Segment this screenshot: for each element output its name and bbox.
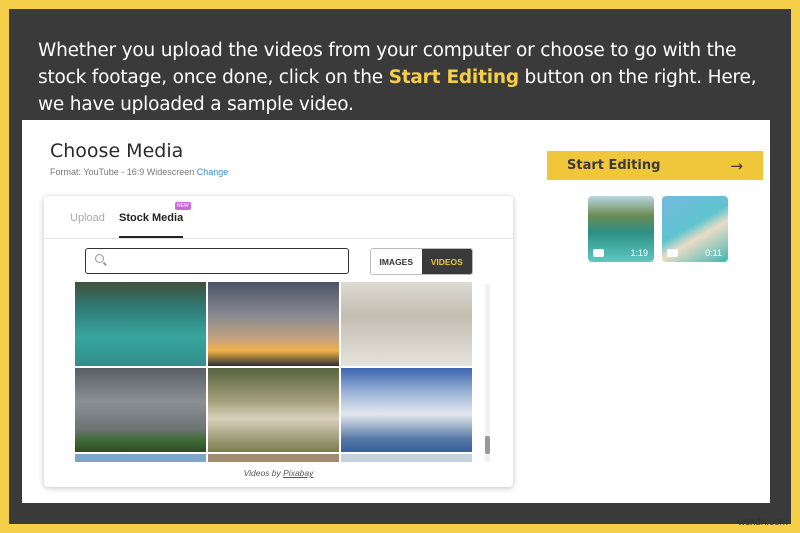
video-camera-icon — [667, 249, 678, 257]
media-tabs: Upload Stock Media NEW — [44, 196, 513, 239]
tab-stock-media[interactable]: Stock Media — [119, 212, 184, 238]
stock-video-grid — [75, 282, 474, 462]
stock-video-thumbnail[interactable] — [75, 282, 206, 366]
new-badge: NEW — [175, 202, 191, 210]
media-panel: Upload Stock Media NEW IMAGES VIDEOS Vid… — [44, 196, 513, 487]
stock-video-thumbnail[interactable] — [341, 368, 472, 452]
stock-video-thumbnail[interactable] — [208, 282, 339, 366]
app-screenshot: Choose Media Format: YouTube - 16:9 Wide… — [22, 120, 770, 503]
uploaded-video-thumbnail[interactable]: 0:11 — [662, 196, 728, 262]
page-title: Choose Media — [50, 140, 184, 162]
start-editing-label: Start Editing — [567, 158, 661, 173]
stock-video-thumbnail[interactable] — [341, 454, 472, 462]
caption-highlight: Start Editing — [388, 67, 519, 88]
video-duration: 0:11 — [705, 248, 722, 258]
video-duration: 1:19 — [630, 248, 648, 258]
stock-video-thumbnail[interactable] — [75, 454, 206, 462]
videos-toggle-button[interactable]: VIDEOS — [421, 249, 472, 274]
instruction-caption: Whether you upload the videos from your … — [38, 40, 757, 115]
stock-video-thumbnail[interactable] — [208, 368, 339, 452]
start-editing-button[interactable]: Start Editing → — [547, 151, 763, 180]
media-type-toggle: IMAGES VIDEOS — [370, 248, 473, 275]
stock-video-thumbnail[interactable] — [208, 454, 339, 462]
pixabay-link[interactable]: Pixabay — [283, 468, 313, 478]
stock-video-thumbnail[interactable] — [341, 282, 472, 366]
media-credit: Videos by Pixabay — [243, 468, 314, 478]
grid-scrollbar[interactable] — [485, 284, 490, 462]
scrollbar-thumb[interactable] — [485, 436, 490, 454]
change-format-link[interactable]: Change — [197, 167, 229, 177]
search-input[interactable] — [110, 252, 342, 270]
tab-upload[interactable]: Upload — [70, 212, 105, 224]
search-box — [85, 248, 349, 274]
arrow-right-icon: → — [730, 156, 743, 175]
video-camera-icon — [593, 249, 604, 257]
watermark: wsxdn.com — [737, 517, 788, 528]
search-icon — [95, 254, 104, 263]
images-toggle-button[interactable]: IMAGES — [371, 249, 422, 274]
uploaded-video-thumbnail[interactable]: 1:19 — [588, 196, 654, 262]
format-info: Format: YouTube - 16:9 Widescreen Change — [50, 167, 229, 177]
stock-video-thumbnail[interactable] — [75, 368, 206, 452]
